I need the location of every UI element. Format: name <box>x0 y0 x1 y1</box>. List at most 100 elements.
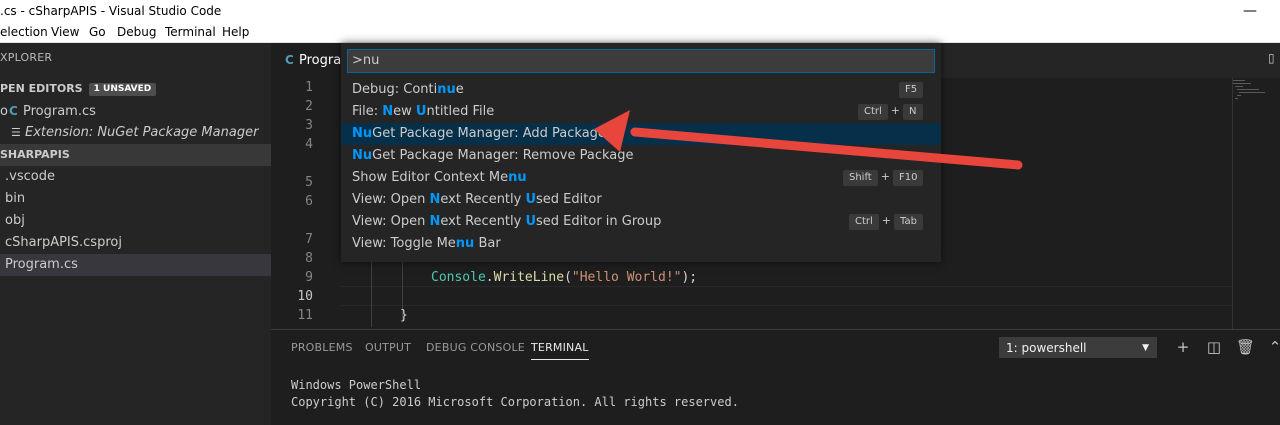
match-highlight: Nu <box>352 126 373 141</box>
command-item[interactable]: View: Toggle Menu Bar <box>341 233 941 255</box>
command-item[interactable]: Debug: Continue F5 <box>341 79 941 101</box>
code-line-11[interactable]: } <box>400 306 408 325</box>
menu-help[interactable]: Help <box>222 22 249 43</box>
command-item[interactable]: NuGet Package Manager: Remove Package <box>341 145 941 167</box>
label-text: ntitled File <box>426 104 495 119</box>
match-highlight: nu <box>455 236 475 251</box>
tab-problems[interactable]: PROBLEMS <box>291 341 353 354</box>
file-bin[interactable]: bin <box>0 188 271 210</box>
label-text: sed Editor in Group <box>536 214 662 229</box>
command-label: View: Open Next Recently Used Editor in … <box>352 211 661 233</box>
line-number: 4 <box>305 137 313 152</box>
line-number: 9 <box>305 270 313 285</box>
open-editors-label: PEN EDITORS <box>0 82 83 95</box>
terminal-line: Copyright (C) 2016 Microsoft Corporation… <box>291 395 739 409</box>
line-number: 8 <box>305 251 313 266</box>
menu-selection[interactable]: election <box>0 22 48 43</box>
key-cap: Tab <box>894 214 923 230</box>
code-line-9[interactable]: Console.WriteLine("Hello World!"); <box>431 268 697 287</box>
file-csproj[interactable]: cSharpAPIS.csproj <box>0 232 271 254</box>
minimap-row <box>1235 98 1238 99</box>
minimap-row <box>1237 95 1241 96</box>
project-header[interactable]: SHARPAPIS <box>0 144 271 166</box>
key-separator: + <box>881 214 892 227</box>
label-text: View: Open <box>352 214 430 229</box>
match-highlight: N <box>429 192 441 207</box>
command-palette-input[interactable]: >nu <box>347 49 935 73</box>
line-number: 5 <box>305 175 313 190</box>
unsaved-badge: 1 UNSAVED <box>88 82 157 96</box>
minimap-row <box>1239 92 1265 93</box>
label-text: ext Recently <box>440 214 526 229</box>
menu-debug[interactable]: Debug <box>117 22 156 43</box>
key-separator: + <box>880 170 890 183</box>
code-token-class: Console <box>431 270 486 285</box>
code-token-string: "Hello World!" <box>571 270 682 285</box>
line-number: 1 <box>305 80 313 95</box>
minimize-button[interactable]: — <box>1238 0 1262 22</box>
label-text: ext Recently <box>440 192 526 207</box>
dirty-dot-icon: o <box>0 104 8 119</box>
command-label: Debug: Continue <box>352 79 464 101</box>
command-label: NuGet Package Manager: Remove Package <box>352 145 634 167</box>
new-terminal-icon[interactable]: + <box>1174 338 1192 356</box>
menu-terminal[interactable]: Terminal <box>165 22 216 43</box>
key-cap: F10 <box>892 170 924 186</box>
keybinding: Shift + F10 <box>843 170 924 186</box>
code-token-dot: . <box>485 270 494 285</box>
command-item[interactable]: View: Open Next Recently Used Editor <box>341 189 941 211</box>
tab-output[interactable]: OUTPUT <box>365 341 411 354</box>
command-item[interactable]: Show Editor Context Menu Shift + F10 <box>341 167 941 189</box>
label-text: ew <box>393 104 416 119</box>
key-cap: Ctrl <box>858 104 888 120</box>
split-editor-icon[interactable]: ▯ <box>1268 51 1280 67</box>
menu-view[interactable]: View <box>51 22 79 43</box>
open-editor-extension[interactable]: ☰ Extension: NuGet Package Manager <box>0 122 271 144</box>
match-highlight: N <box>382 104 394 119</box>
tab-terminal[interactable]: TERMINAL <box>531 341 589 360</box>
bottom-panel: PROBLEMS OUTPUT DEBUG CONSOLE TERMINAL 1… <box>271 329 1280 425</box>
keybinding: F5 <box>899 82 924 98</box>
minimap-row <box>1235 86 1243 87</box>
label-text: e <box>455 82 464 97</box>
tab-debug-console[interactable]: DEBUG CONSOLE <box>426 341 525 354</box>
trash-icon[interactable]: 🗑 <box>1236 338 1255 356</box>
line-number: 7 <box>305 232 313 247</box>
terminal-select[interactable]: 1: powershell ▼ <box>999 337 1157 358</box>
match-highlight: nu <box>508 170 527 185</box>
minimap-row <box>1237 89 1259 90</box>
command-item[interactable]: NuGet Package Manager: Add Package <box>341 123 941 145</box>
menu-go[interactable]: Go <box>89 22 106 43</box>
file-vscode[interactable]: .vscode <box>0 166 271 188</box>
minimap-divider <box>1232 78 1233 329</box>
split-terminal-icon[interactable]: ◫ <box>1205 338 1223 356</box>
open-editor-program-cs[interactable]: oC Program.cs <box>0 100 271 122</box>
command-item[interactable]: File: New Untitled File Ctrl + N <box>341 101 941 123</box>
command-label: View: Open Next Recently Used Editor <box>352 189 602 211</box>
minimap[interactable] <box>1231 78 1277 108</box>
file-obj[interactable]: obj <box>0 210 271 232</box>
label-text: File: <box>352 104 383 119</box>
label-text: Show Editor Context Me <box>352 170 509 185</box>
key-separator: + <box>890 104 901 117</box>
open-editors-header[interactable]: PEN EDITORS 1 UNSAVED <box>0 78 271 100</box>
command-palette: >nu Debug: Continue F5 File: New Untitled … <box>341 43 941 262</box>
key-cap: Ctrl <box>849 214 879 230</box>
line-number: 11 <box>297 308 313 323</box>
label-text: Bar <box>474 236 501 251</box>
chevron-up-icon[interactable]: ⌃ <box>1266 338 1280 356</box>
match-highlight: nu <box>437 82 456 97</box>
minimap-row <box>1233 80 1245 81</box>
command-label: View: Toggle Menu Bar <box>352 233 501 255</box>
extension-page-icon: ☰ <box>11 126 21 139</box>
command-item[interactable]: View: Open Next Recently Used Editor in … <box>341 211 941 233</box>
title-bar: .cs - cSharpAPIS - Visual Studio Code — <box>0 0 1280 22</box>
terminal-select-value: 1: powershell <box>1006 341 1087 355</box>
line-number: 3 <box>305 118 313 133</box>
keybinding: Ctrl + N <box>858 104 923 120</box>
file-program-cs[interactable]: Program.cs <box>0 254 271 276</box>
csharp-file-icon: C <box>285 53 294 67</box>
vscode-window: .cs - cSharpAPIS - Visual Studio Code — … <box>0 0 1280 425</box>
minimap-row <box>1233 83 1251 84</box>
dropdown-arrow-icon: ▼ <box>1142 343 1149 353</box>
